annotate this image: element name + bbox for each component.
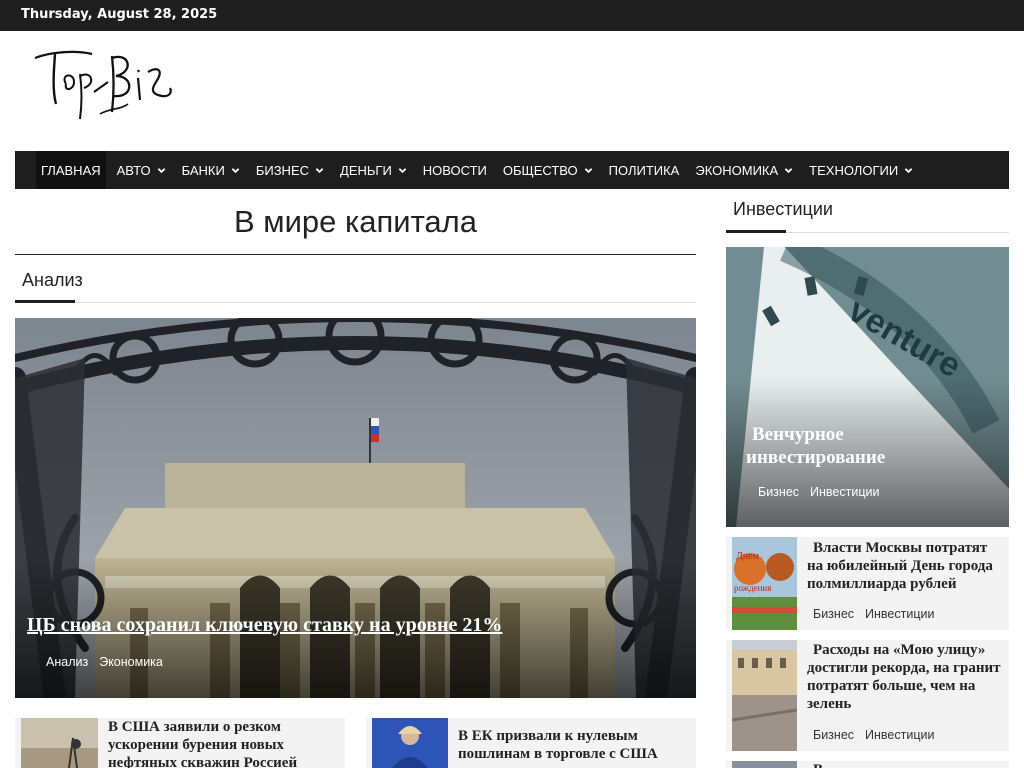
nav-item-5[interactable]: Новости xyxy=(418,151,492,189)
sidebar-article-tags: Бизнес Инвестиции xyxy=(813,728,934,742)
sidebar-divider xyxy=(786,232,1009,233)
article-thumbnail xyxy=(21,718,98,768)
nav-item-9[interactable]: Технологии xyxy=(804,151,918,189)
nav-item-2[interactable]: Банки xyxy=(177,151,245,189)
article-thumbnail xyxy=(732,761,797,768)
hero-article[interactable] xyxy=(15,318,696,698)
nav-item-7[interactable]: Политика xyxy=(604,151,685,189)
chevron-down-icon[interactable] xyxy=(157,166,166,175)
sidebar-article[interactable]: Расходы на «Мою улицу» достигли рекорда,… xyxy=(726,640,1009,751)
nav-item-label: Банки xyxy=(181,162,225,178)
article-card-title[interactable]: В ЕК призвали к нулевым пошлинам в торго… xyxy=(458,727,690,763)
nav-item-label: Технологии xyxy=(809,162,899,178)
chevron-down-icon[interactable] xyxy=(904,166,913,175)
block-title: В мире капитала xyxy=(233,204,478,239)
top-bar: Thursday, August 28, 2025 xyxy=(0,0,1024,31)
site-logo-image xyxy=(34,50,172,120)
sidebar-article[interactable]: Днем рождения Власти Москвы потратят на … xyxy=(726,537,1009,630)
chevron-down-icon[interactable] xyxy=(315,166,324,175)
image-text-birthday: рождения xyxy=(734,583,771,593)
nav-item-label: Политика xyxy=(608,162,680,178)
tag-link[interactable]: Инвестиции xyxy=(865,728,934,742)
block-title-divider xyxy=(15,254,696,255)
nav-item-label: Общество xyxy=(502,162,578,178)
tag-link[interactable]: Экономика xyxy=(99,655,163,669)
chevron-down-icon[interactable] xyxy=(398,166,407,175)
nav-item-label: Бизнес xyxy=(255,162,310,178)
nav-item-label: Экономика xyxy=(695,162,779,178)
tag-link[interactable]: Бизнес xyxy=(758,485,799,499)
hero-article-tags: Анализ Экономика xyxy=(46,655,163,669)
nav-item-8[interactable]: Экономика xyxy=(690,151,798,189)
hero-article-title[interactable]: ЦБ снова сохранил ключевую ставку на уро… xyxy=(27,614,502,637)
sidebar-article-tags: Бизнес Инвестиции xyxy=(813,607,934,621)
image-text-greeting: Днем xyxy=(736,551,760,562)
site-logo[interactable] xyxy=(30,44,180,122)
sidebar-article-title-text: Власти Москвы потратят на юбилейный День… xyxy=(807,540,993,592)
sidebar-article[interactable]: В xyxy=(726,761,1009,768)
nav-item-label: Авто xyxy=(116,162,151,178)
section-heading-analysis[interactable]: Анализ xyxy=(22,270,83,291)
sidebar-heading-investments[interactable]: Инвестиции xyxy=(733,199,833,220)
main-navigation: Главная Авто Банки Бизнес Деньги Новости Общес… xyxy=(15,151,1009,189)
chevron-down-icon[interactable] xyxy=(231,166,240,175)
nav-item-1[interactable]: Авто xyxy=(112,151,171,189)
sidebar-article-title[interactable]: Расходы на «Мою улицу» достигли рекорда,… xyxy=(807,641,1005,713)
current-date: Thursday, August 28, 2025 xyxy=(21,7,218,22)
nav-item-label: Новости xyxy=(422,162,487,178)
tag-link[interactable]: Инвестиции xyxy=(810,485,879,499)
sidebar-article-title[interactable]: В xyxy=(813,761,1003,768)
article-thumbnail xyxy=(732,640,797,751)
tag-link[interactable]: Бизнес xyxy=(813,728,854,742)
section-divider xyxy=(75,302,696,303)
nav-item-3[interactable]: Бизнес xyxy=(251,151,329,189)
nav-item-4[interactable]: Деньги xyxy=(335,151,412,189)
article-card[interactable]: В США заявили о резком ускорении бурения… xyxy=(15,718,345,768)
nav-item-label: Главная xyxy=(41,162,101,178)
nav-item-0[interactable]: Главная xyxy=(36,151,106,189)
sidebar-featured-tags: Бизнес Инвестиции xyxy=(758,485,879,499)
nav-item-6[interactable]: Общество xyxy=(498,151,598,189)
tag-link[interactable]: Инвестиции xyxy=(865,607,934,621)
sidebar-heading-underline xyxy=(726,230,786,233)
sidebar-featured-title[interactable]: Венчурное инвестирование xyxy=(746,423,986,469)
sidebar-article-title[interactable]: Власти Москвы потратят на юбилейный День… xyxy=(807,539,1005,593)
sidebar-featured-title-text: Венчурное инвестирование xyxy=(746,424,886,468)
article-card-title[interactable]: В США заявили о резком ускорении бурения… xyxy=(108,718,338,768)
article-thumbnail: Днем рождения xyxy=(732,537,797,630)
chevron-down-icon[interactable] xyxy=(784,166,793,175)
nav-item-label: Деньги xyxy=(340,162,392,178)
article-card[interactable]: В ЕК призвали к нулевым пошлинам в торго… xyxy=(366,718,696,768)
article-thumbnail xyxy=(372,718,448,768)
sidebar-article-title-text: Расходы на «Мою улицу» достигли рекорда,… xyxy=(807,642,1001,712)
section-heading-underline xyxy=(15,300,75,303)
tag-link[interactable]: Анализ xyxy=(46,655,88,669)
chevron-down-icon[interactable] xyxy=(584,166,593,175)
tag-link[interactable]: Бизнес xyxy=(813,607,854,621)
